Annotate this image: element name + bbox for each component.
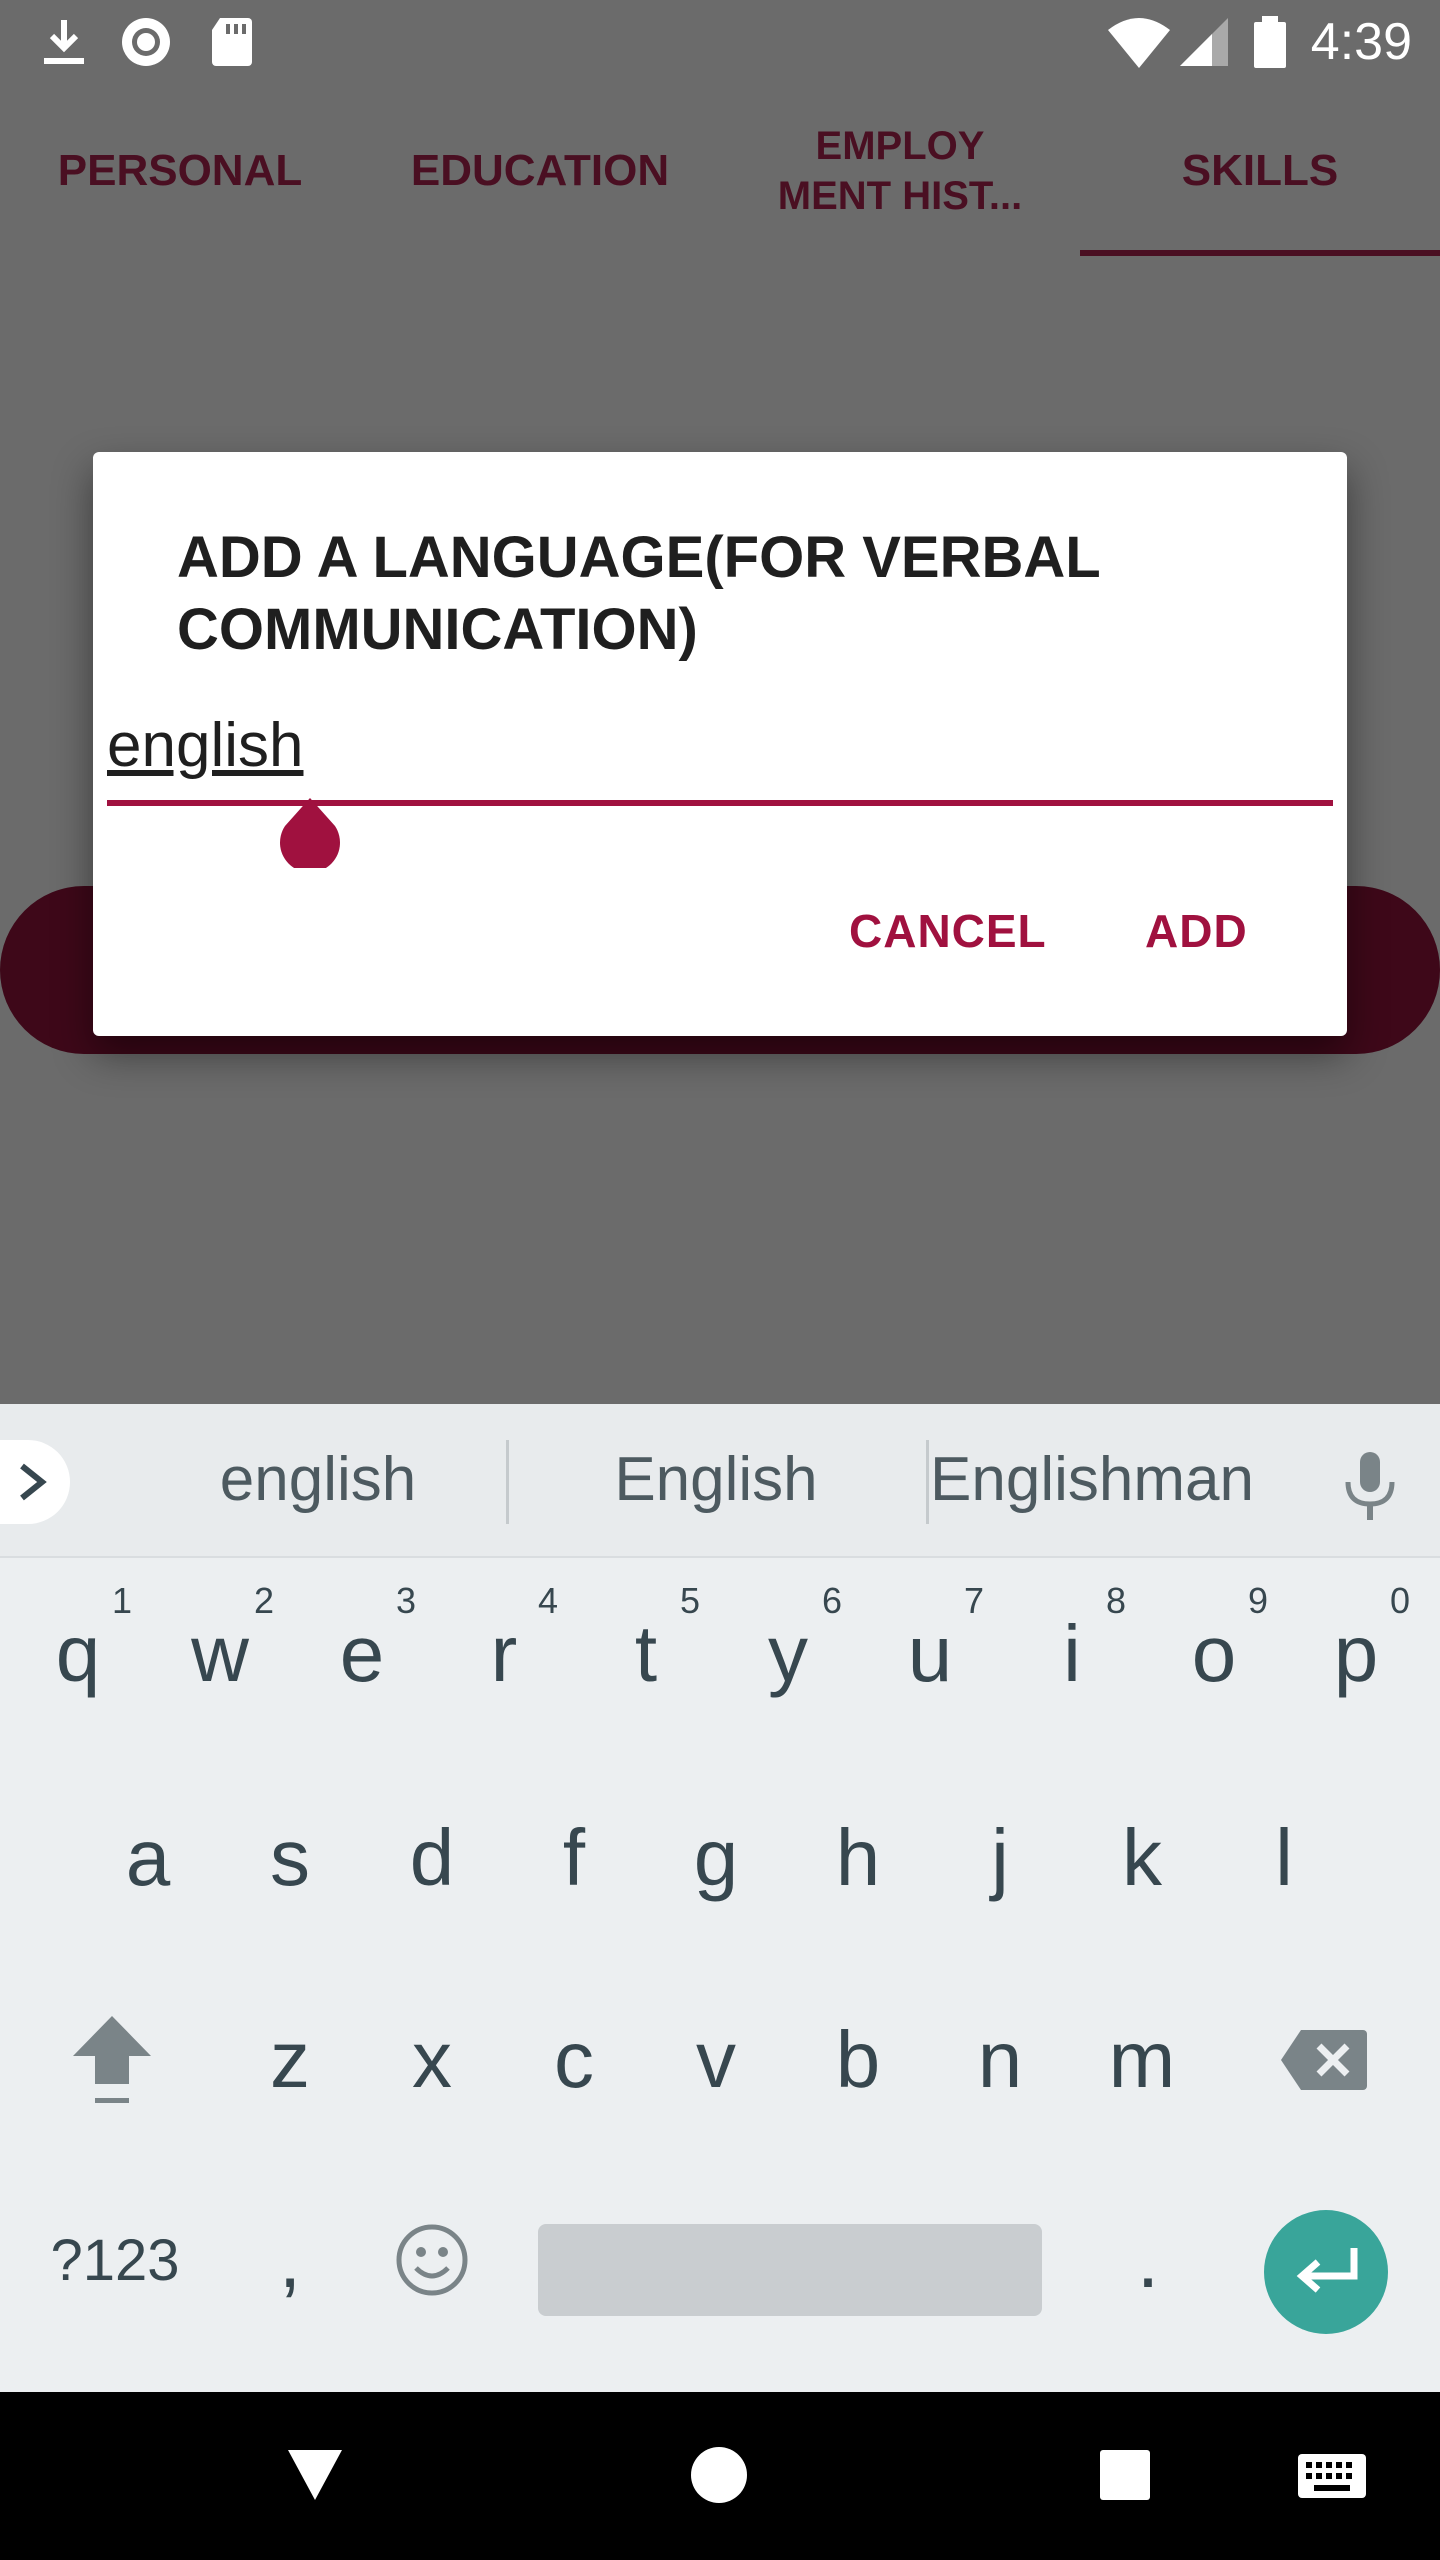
key-label: o — [1191, 1609, 1237, 1698]
download-icon — [44, 20, 84, 64]
key-hint: 4 — [537, 1580, 558, 1621]
key-hint: 9 — [1247, 1580, 1268, 1621]
key-d[interactable]: d — [360, 1768, 504, 1948]
key-hint: 8 — [1105, 1580, 1126, 1621]
key-hint: 2 — [253, 1580, 274, 1621]
tab-employment-history[interactable]: EMPLOY MENT HIST... — [720, 84, 1080, 258]
backspace-icon — [1281, 2030, 1367, 2090]
key-g[interactable]: g — [644, 1768, 788, 1948]
key-label: y — [768, 1609, 808, 1698]
navigation-bar — [0, 2392, 1440, 2560]
recents-icon[interactable] — [1098, 2448, 1152, 2502]
key-p[interactable]: p0 — [1284, 1564, 1428, 1744]
wifi-icon — [1108, 18, 1170, 68]
tab-education-label: EDUCATION — [410, 146, 670, 195]
key-j[interactable]: j — [928, 1768, 1072, 1948]
key-hint: 0 — [1389, 1580, 1410, 1621]
symbols-key[interactable]: ?123 — [40, 2170, 190, 2350]
key-hint: 3 — [395, 1580, 416, 1621]
key-i[interactable]: i8 — [1000, 1564, 1144, 1744]
backspace-key[interactable] — [1252, 1970, 1396, 2150]
suggestion-3[interactable]: Englishman — [930, 1444, 1300, 1524]
tab-personal[interactable]: PERSONAL — [0, 84, 360, 258]
shift-icon — [73, 2016, 151, 2103]
key-label: u — [907, 1609, 953, 1698]
key-o[interactable]: o9 — [1142, 1564, 1286, 1744]
key-hint: 5 — [679, 1580, 700, 1621]
key-h[interactable]: h — [786, 1768, 930, 1948]
add-button[interactable]: ADD — [1145, 904, 1248, 958]
space-key[interactable] — [538, 2224, 1042, 2316]
status-bar: 4:39 — [0, 0, 1440, 84]
key-f[interactable]: f — [502, 1768, 646, 1948]
key-y[interactable]: y6 — [716, 1564, 860, 1744]
language-input[interactable] — [107, 710, 1333, 780]
back-icon[interactable] — [286, 2448, 344, 2502]
key-l[interactable]: l — [1212, 1768, 1356, 1948]
key-w[interactable]: w2 — [148, 1564, 292, 1744]
tab-selected-indicator — [1080, 250, 1440, 256]
suggestion-2[interactable]: English — [516, 1444, 916, 1524]
key-q[interactable]: q1 — [6, 1564, 150, 1744]
tab-education[interactable]: EDUCATION — [360, 84, 720, 258]
tab-employment-label-line2: MENT HIST... — [777, 174, 1023, 218]
keyboard-switch-icon[interactable] — [1296, 2452, 1368, 2500]
key-k[interactable]: k — [1070, 1768, 1214, 1948]
key-label: r — [490, 1609, 518, 1698]
key-m[interactable]: m — [1070, 1970, 1214, 2150]
comma-key[interactable]: , — [218, 2170, 362, 2350]
key-b[interactable]: b — [786, 1970, 930, 2150]
text-cursor-handle[interactable] — [275, 798, 345, 868]
key-t[interactable]: t5 — [574, 1564, 718, 1744]
key-s[interactable]: s — [218, 1768, 362, 1948]
dialog-title: ADD A LANGUAGE(FOR VERBAL COMMUNICATION) — [177, 525, 1100, 662]
key-n[interactable]: n — [928, 1970, 1072, 2150]
key-z[interactable]: z — [218, 1970, 362, 2150]
key-label: e — [339, 1609, 385, 1698]
signal-icon — [1180, 18, 1228, 66]
enter-key[interactable] — [1264, 2210, 1388, 2334]
home-icon[interactable] — [690, 2446, 748, 2504]
suggestion-divider — [506, 1440, 509, 1524]
cancel-button[interactable]: CANCEL — [849, 904, 1047, 958]
sd-card-icon — [212, 18, 252, 66]
emoji-key[interactable] — [360, 2170, 504, 2350]
key-a[interactable]: a — [76, 1768, 220, 1948]
record-icon — [122, 18, 170, 66]
microphone-icon[interactable] — [1340, 1450, 1400, 1522]
key-label: i — [1063, 1609, 1081, 1698]
tab-skills-label: SKILLS — [1181, 146, 1339, 195]
key-hint: 7 — [963, 1580, 984, 1621]
shift-key[interactable] — [40, 1970, 184, 2150]
key-v[interactable]: v — [644, 1970, 788, 2150]
tab-employment-label-line1: EMPLOY — [815, 124, 985, 168]
suggestion-bar: english English Englishman — [0, 1404, 1440, 1558]
key-c[interactable]: c — [502, 1970, 646, 2150]
chevron-right-icon — [20, 1463, 47, 1501]
status-time: 4:39 — [1310, 13, 1412, 71]
emoji-icon — [396, 2224, 468, 2296]
expand-suggestions-button[interactable] — [0, 1440, 70, 1524]
add-language-dialog: ADD A LANGUAGE(FOR VERBAL COMMUNICATION)… — [93, 452, 1347, 1036]
tab-skills[interactable]: SKILLS — [1080, 84, 1440, 258]
enter-icon — [1296, 2248, 1358, 2293]
period-key[interactable]: . — [1076, 2170, 1220, 2350]
key-label: p — [1333, 1609, 1379, 1698]
suggestion-1[interactable]: english — [118, 1444, 518, 1524]
key-u[interactable]: u7 — [858, 1564, 1002, 1744]
key-hint: 1 — [111, 1580, 132, 1621]
battery-icon — [1254, 16, 1286, 68]
key-label: q — [55, 1609, 101, 1698]
key-label: w — [191, 1609, 249, 1698]
key-label: t — [634, 1609, 658, 1698]
tab-personal-label: PERSONAL — [57, 146, 303, 195]
soft-keyboard: english English Englishman q1 w2 e3 r4 t… — [0, 1404, 1440, 2392]
key-x[interactable]: x — [360, 1970, 504, 2150]
key-e[interactable]: e3 — [290, 1564, 434, 1744]
key-hint: 6 — [821, 1580, 842, 1621]
suggestion-divider — [926, 1440, 929, 1524]
key-r[interactable]: r4 — [432, 1564, 576, 1744]
tab-bar: PERSONAL EDUCATION EMPLOY MENT HIST... S… — [0, 84, 1440, 258]
